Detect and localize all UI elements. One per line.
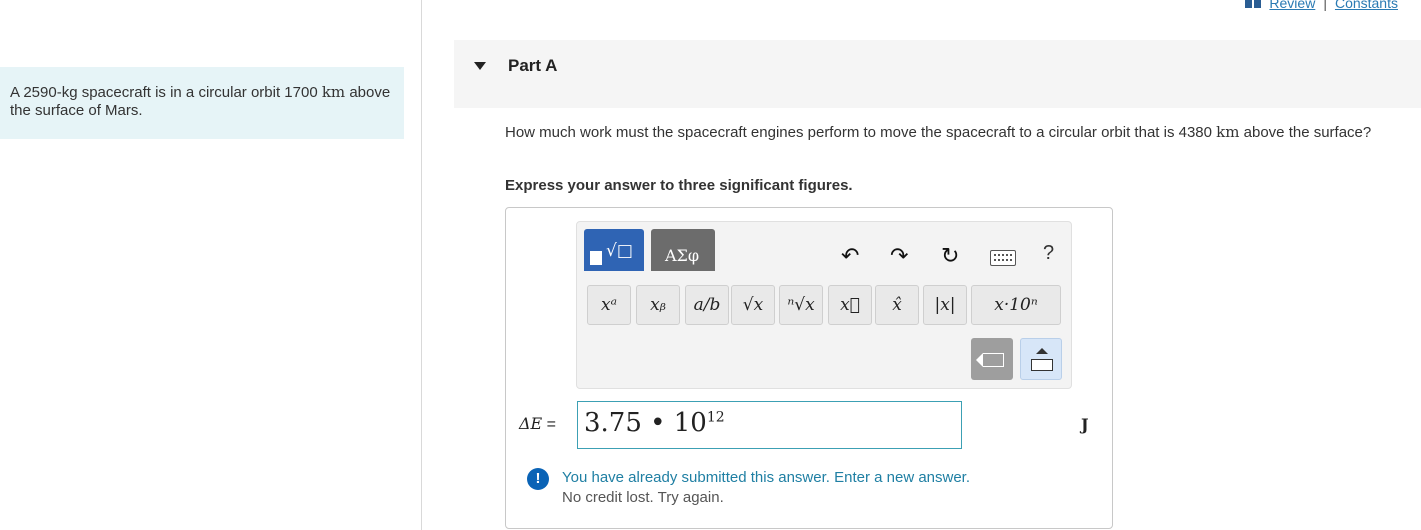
answer-unit: J [1081,415,1089,434]
variable-symbol: ΔE [519,414,543,433]
keyboard-small-icon [1031,359,1053,371]
answer-variable-label: ΔE = [519,414,556,434]
panel-divider [421,0,422,530]
top-links: Review | Constants [1245,0,1398,11]
link-separator: | [1323,0,1327,11]
problem-text-start: A 2590-kg spacecraft is in a circular or… [10,84,322,101]
feedback-submessage: No credit lost. Try again. [562,489,724,506]
problem-statement: A 2590-kg spacecraft is in a circular or… [0,67,404,139]
question-text-start: How much work must the spacecraft engine… [505,124,1217,141]
arrow-up-icon [1036,348,1048,354]
delete-key[interactable] [971,338,1013,380]
tab-greek-label: ΑΣφ [665,246,700,265]
tab-math-label: √□ [606,241,633,261]
constants-link[interactable]: Constants [1335,0,1398,11]
absolute-value-key[interactable]: |x| [923,285,967,325]
reset-icon[interactable]: ↻ [941,244,959,269]
scientific-notation-key[interactable]: x·10ⁿ [971,285,1061,325]
review-link[interactable]: Review [1269,0,1315,11]
backspace-icon [976,353,1004,367]
alert-icon: ! [527,468,549,490]
collapse-caret-icon[interactable] [474,62,486,70]
template-square-icon [590,251,602,265]
part-title: Part A [508,56,558,75]
redo-icon[interactable]: ↷ [890,244,908,269]
answer-exponent: 12 [706,409,725,426]
feedback-message: You have already submitted this answer. … [562,469,971,486]
question-text-end: above the surface? [1239,124,1372,141]
subscript-key[interactable]: xᵦ [636,285,680,325]
help-icon[interactable]: ? [1043,242,1054,265]
question-text: How much work must the spacecraft engine… [505,123,1405,142]
sqrt-key[interactable]: √x [731,285,775,325]
book-icon [1245,0,1262,8]
nth-root-key[interactable]: ⁿ√x [779,285,823,325]
answer-input[interactable]: 3.75 • 1012 [577,401,962,449]
keyboard-toggle-key[interactable] [1020,338,1062,380]
tab-math-templates[interactable]: √□ [584,229,644,271]
answer-mantissa: 3.75 • 10 [584,408,707,438]
part-a-header[interactable]: Part A [454,40,1421,108]
superscript-key[interactable]: xᵃ [587,285,631,325]
tab-greek-symbols[interactable]: ΑΣφ [651,229,715,271]
equals-sign: = [542,416,557,433]
keyboard-icon[interactable] [990,250,1016,266]
instruction: Express your answer to three significant… [505,177,853,194]
math-toolbar: √□ ΑΣφ ↶ ↷ ↻ ? xᵃ xᵦ a/b √x ⁿ√x x⃗ x̂ |x… [576,221,1072,389]
problem-unit: km [321,83,346,101]
vector-key[interactable]: x⃗ [828,285,872,325]
question-unit: km [1216,123,1240,141]
unit-vector-key[interactable]: x̂ [875,285,919,325]
fraction-key[interactable]: a/b [685,285,729,325]
undo-icon[interactable]: ↶ [841,244,859,269]
problem-text: A 2590-kg spacecraft is in a circular or… [0,67,404,120]
